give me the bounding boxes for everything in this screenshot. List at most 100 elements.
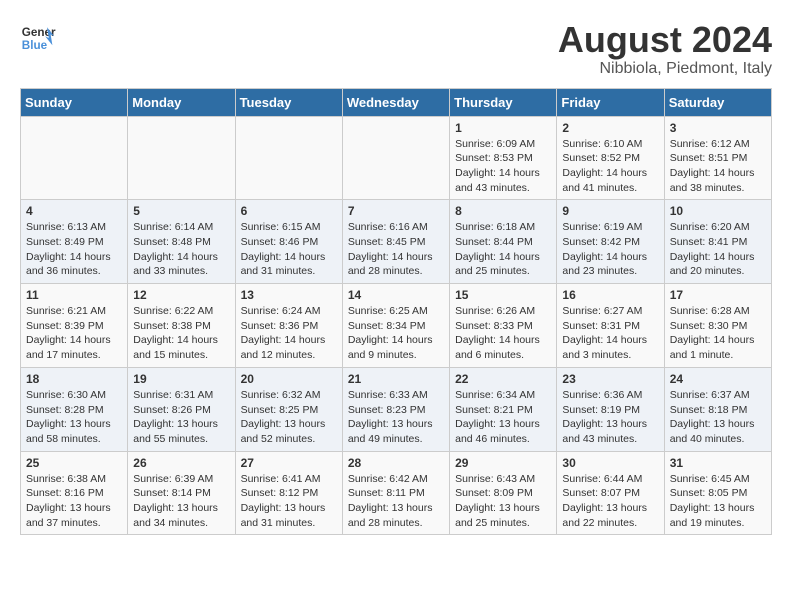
day-info-text: Daylight: 13 hours and 28 minutes. [348,501,444,530]
day-number: 29 [455,456,551,470]
header-tuesday: Tuesday [235,88,342,116]
day-info-text: Sunset: 8:21 PM [455,403,551,418]
day-number: 3 [670,121,766,135]
day-info-text: Sunset: 8:44 PM [455,235,551,250]
day-info-text: Sunset: 8:46 PM [241,235,337,250]
day-number: 10 [670,204,766,218]
calendar-day-30: 30Sunrise: 6:44 AMSunset: 8:07 PMDayligh… [557,451,664,535]
day-number: 28 [348,456,444,470]
calendar-day-31: 31Sunrise: 6:45 AMSunset: 8:05 PMDayligh… [664,451,771,535]
month-title: August 2024 [558,20,772,60]
day-info-text: Sunset: 8:49 PM [26,235,122,250]
day-info-text: Sunrise: 6:34 AM [455,388,551,403]
day-info-text: Daylight: 13 hours and 19 minutes. [670,501,766,530]
calendar-day-20: 20Sunrise: 6:32 AMSunset: 8:25 PMDayligh… [235,367,342,451]
calendar-day-empty [235,116,342,200]
day-info-text: Daylight: 14 hours and 25 minutes. [455,250,551,279]
day-number: 26 [133,456,229,470]
day-info-text: Sunset: 8:45 PM [348,235,444,250]
calendar-day-3: 3Sunrise: 6:12 AMSunset: 8:51 PMDaylight… [664,116,771,200]
day-info-text: Sunset: 8:48 PM [133,235,229,250]
day-info-text: Daylight: 14 hours and 38 minutes. [670,166,766,195]
day-info-text: Sunset: 8:33 PM [455,319,551,334]
day-number: 8 [455,204,551,218]
day-info-text: Sunset: 8:05 PM [670,486,766,501]
day-info-text: Sunrise: 6:31 AM [133,388,229,403]
day-info-text: Daylight: 14 hours and 31 minutes. [241,250,337,279]
day-number: 6 [241,204,337,218]
day-info-text: Daylight: 13 hours and 40 minutes. [670,417,766,446]
day-info-text: Sunrise: 6:25 AM [348,304,444,319]
day-info-text: Daylight: 14 hours and 20 minutes. [670,250,766,279]
day-info-text: Sunrise: 6:33 AM [348,388,444,403]
day-info-text: Sunset: 8:53 PM [455,151,551,166]
day-info-text: Sunset: 8:39 PM [26,319,122,334]
day-number: 23 [562,372,658,386]
day-number: 30 [562,456,658,470]
day-info-text: Sunrise: 6:43 AM [455,472,551,487]
day-info-text: Sunset: 8:42 PM [562,235,658,250]
day-info-text: Sunset: 8:36 PM [241,319,337,334]
logo-icon: General Blue [20,20,56,56]
calendar-day-2: 2Sunrise: 6:10 AMSunset: 8:52 PMDaylight… [557,116,664,200]
day-number: 13 [241,288,337,302]
logo: General Blue [20,20,56,56]
day-info-text: Sunset: 8:30 PM [670,319,766,334]
calendar-day-10: 10Sunrise: 6:20 AMSunset: 8:41 PMDayligh… [664,200,771,284]
day-info-text: Sunrise: 6:12 AM [670,137,766,152]
day-info-text: Daylight: 14 hours and 17 minutes. [26,333,122,362]
day-info-text: Sunrise: 6:36 AM [562,388,658,403]
day-info-text: Sunset: 8:31 PM [562,319,658,334]
svg-text:Blue: Blue [22,39,48,52]
calendar-header-row: SundayMondayTuesdayWednesdayThursdayFrid… [21,88,772,116]
day-info-text: Daylight: 13 hours and 43 minutes. [562,417,658,446]
day-info-text: Sunrise: 6:30 AM [26,388,122,403]
day-info-text: Daylight: 14 hours and 23 minutes. [562,250,658,279]
calendar-day-9: 9Sunrise: 6:19 AMSunset: 8:42 PMDaylight… [557,200,664,284]
day-info-text: Sunset: 8:14 PM [133,486,229,501]
day-info-text: Sunrise: 6:22 AM [133,304,229,319]
day-info-text: Daylight: 14 hours and 1 minute. [670,333,766,362]
day-info-text: Sunset: 8:41 PM [670,235,766,250]
day-number: 24 [670,372,766,386]
day-number: 18 [26,372,122,386]
calendar-day-6: 6Sunrise: 6:15 AMSunset: 8:46 PMDaylight… [235,200,342,284]
header-thursday: Thursday [450,88,557,116]
location: Nibbiola, Piedmont, Italy [558,60,772,78]
calendar-day-27: 27Sunrise: 6:41 AMSunset: 8:12 PMDayligh… [235,451,342,535]
page-header: General Blue August 2024 Nibbiola, Piedm… [20,20,772,78]
day-info-text: Sunrise: 6:37 AM [670,388,766,403]
day-info-text: Sunrise: 6:44 AM [562,472,658,487]
calendar-day-24: 24 Sunrise: 6:37 AMSunset: 8:18 PMDayligh… [664,367,771,451]
day-number: 19 [133,372,229,386]
day-info-text: Daylight: 13 hours and 52 minutes. [241,417,337,446]
day-info-text: Daylight: 13 hours and 31 minutes. [241,501,337,530]
calendar-day-17: 17Sunrise: 6:28 AMSunset: 8:30 PMDayligh… [664,284,771,368]
day-number: 1 [455,121,551,135]
day-info-text: Sunrise: 6:32 AM [241,388,337,403]
day-number: 21 [348,372,444,386]
day-info-text: Sunrise: 6:10 AM [562,137,658,152]
calendar-day-13: 13Sunrise: 6:24 AMSunset: 8:36 PMDayligh… [235,284,342,368]
day-info-text: Sunset: 8:11 PM [348,486,444,501]
calendar-day-26: 26Sunrise: 6:39 AMSunset: 8:14 PMDayligh… [128,451,235,535]
calendar-day-11: 11Sunrise: 6:21 AMSunset: 8:39 PMDayligh… [21,284,128,368]
day-info-text: Sunset: 8:34 PM [348,319,444,334]
calendar-day-29: 29Sunrise: 6:43 AMSunset: 8:09 PMDayligh… [450,451,557,535]
calendar-week-row: 25Sunrise: 6:38 AMSunset: 8:16 PMDayligh… [21,451,772,535]
calendar-day-empty [21,116,128,200]
calendar-week-row: 1Sunrise: 6:09 AMSunset: 8:53 PMDaylight… [21,116,772,200]
calendar-day-12: 12Sunrise: 6:22 AMSunset: 8:38 PMDayligh… [128,284,235,368]
calendar-day-7: 7Sunrise: 6:16 AMSunset: 8:45 PMDaylight… [342,200,449,284]
day-info-text: Daylight: 13 hours and 22 minutes. [562,501,658,530]
day-info-text: Sunrise: 6:18 AM [455,220,551,235]
day-number: 4 [26,204,122,218]
day-info-text: Sunset: 8:18 PM [670,403,766,418]
calendar-day-14: 14Sunrise: 6:25 AMSunset: 8:34 PMDayligh… [342,284,449,368]
day-info-text: Daylight: 14 hours and 9 minutes. [348,333,444,362]
calendar-week-row: 18Sunrise: 6:30 AMSunset: 8:28 PMDayligh… [21,367,772,451]
day-info-text: Sunrise: 6:42 AM [348,472,444,487]
calendar-day-16: 16Sunrise: 6:27 AMSunset: 8:31 PMDayligh… [557,284,664,368]
day-info-text: Sunrise: 6:26 AM [455,304,551,319]
day-info-text: Daylight: 14 hours and 3 minutes. [562,333,658,362]
